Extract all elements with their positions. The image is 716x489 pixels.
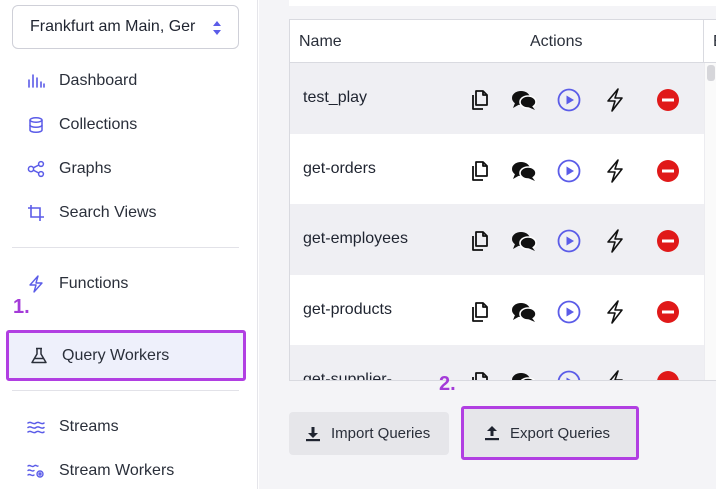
comments-icon[interactable] xyxy=(511,369,537,380)
bolt-icon[interactable] xyxy=(602,228,628,254)
table-row[interactable]: get-employees xyxy=(290,204,704,275)
upload-icon xyxy=(484,425,500,441)
graph-icon xyxy=(26,159,46,179)
main-panel: Name Actions E test_play get-orders get-em… xyxy=(259,0,716,489)
nav-label-streams: Streams xyxy=(59,418,119,435)
query-name[interactable]: get-employees xyxy=(303,230,408,248)
nav-label-collections: Collections xyxy=(59,116,138,133)
play-icon[interactable] xyxy=(556,158,582,184)
download-icon xyxy=(305,426,321,442)
copy-icon[interactable] xyxy=(467,158,493,184)
copy-icon[interactable] xyxy=(467,228,493,254)
nav-label-query-workers: Query Workers xyxy=(62,346,170,364)
query-name[interactable]: get-supplier- xyxy=(303,371,392,380)
play-icon[interactable] xyxy=(556,87,582,113)
nav-item-stream-workers[interactable]: Stream Workers xyxy=(26,456,174,486)
table-row[interactable]: get-supplier- xyxy=(290,345,704,380)
import-queries-label: Import Queries xyxy=(331,425,431,442)
export-queries-button[interactable]: Export Queries xyxy=(461,406,639,460)
nav-item-streams[interactable]: Streams xyxy=(26,412,119,442)
column-separator xyxy=(703,20,704,63)
bolt-icon[interactable] xyxy=(602,369,628,380)
comments-icon[interactable] xyxy=(511,299,537,325)
copy-icon[interactable] xyxy=(467,299,493,325)
sidebar-divider xyxy=(12,390,239,391)
streams-icon xyxy=(26,417,46,437)
crop-icon xyxy=(26,203,46,223)
export-queries-label: Export Queries xyxy=(510,424,611,442)
sidebar-divider xyxy=(12,247,239,248)
stream-workers-icon xyxy=(26,461,46,481)
bolt-icon[interactable] xyxy=(602,87,628,113)
query-name[interactable]: get-products xyxy=(303,301,392,319)
table-scrollbar[interactable] xyxy=(704,63,716,380)
nav-label-stream-workers: Stream Workers xyxy=(59,462,175,479)
database-icon xyxy=(26,115,46,135)
remove-icon[interactable] xyxy=(655,158,681,184)
nav-item-graphs[interactable]: Graphs xyxy=(26,154,111,184)
table-body: test_play get-orders get-employees get-prod… xyxy=(290,63,704,380)
play-icon[interactable] xyxy=(556,369,582,380)
remove-icon[interactable] xyxy=(655,87,681,113)
region-select[interactable]: Frankfurt am Main, Ger xyxy=(12,5,239,49)
nav-item-collections[interactable]: Collections xyxy=(26,110,137,140)
bolt-icon[interactable] xyxy=(602,158,628,184)
flask-icon xyxy=(29,346,49,366)
bolt-icon[interactable] xyxy=(602,299,628,325)
table-row[interactable]: get-products xyxy=(290,275,704,346)
nav-label-graphs: Graphs xyxy=(59,160,112,177)
step-1-label: 1. xyxy=(13,296,30,318)
comments-icon[interactable] xyxy=(511,228,537,254)
copy-icon[interactable] xyxy=(467,87,493,113)
nav-item-search-views[interactable]: Search Views xyxy=(26,198,157,228)
column-header-name[interactable]: Name xyxy=(299,33,342,51)
remove-icon[interactable] xyxy=(655,228,681,254)
nav-label-search-views: Search Views xyxy=(59,204,157,221)
remove-icon[interactable] xyxy=(655,369,681,380)
bolt-icon xyxy=(26,274,46,294)
dashboard-icon xyxy=(26,71,46,91)
comments-icon[interactable] xyxy=(511,87,537,113)
nav-item-query-workers[interactable]: Query Workers xyxy=(6,330,246,381)
remove-icon[interactable] xyxy=(655,299,681,325)
table-header: Name Actions E xyxy=(290,20,716,63)
table-row[interactable]: get-orders xyxy=(290,134,704,205)
play-icon[interactable] xyxy=(556,228,582,254)
copy-icon[interactable] xyxy=(467,369,493,380)
scrollbar-thumb[interactable] xyxy=(707,65,715,81)
import-queries-button[interactable]: Import Queries xyxy=(289,412,449,455)
query-name[interactable]: get-orders xyxy=(303,160,376,178)
nav-label-functions: Functions xyxy=(59,275,129,292)
nav-label-dashboard: Dashboard xyxy=(59,72,138,89)
region-select-value: Frankfurt am Main, Ger xyxy=(30,18,196,35)
step-2-label: 2. xyxy=(439,373,456,395)
sidebar: Frankfurt am Main, Ger Dashboard Collect… xyxy=(0,0,258,489)
column-header-actions: Actions xyxy=(530,33,583,50)
top-strip xyxy=(289,0,716,6)
table-row[interactable]: test_play xyxy=(290,63,704,134)
play-icon[interactable] xyxy=(556,299,582,325)
nav-item-dashboard[interactable]: Dashboard xyxy=(26,66,137,96)
comments-icon[interactable] xyxy=(511,158,537,184)
query-workers-table: Name Actions E test_play get-orders get-em… xyxy=(289,19,716,381)
nav-item-functions[interactable]: Functions xyxy=(26,269,128,299)
select-arrows-icon xyxy=(213,21,221,35)
query-name[interactable]: test_play xyxy=(303,89,367,107)
